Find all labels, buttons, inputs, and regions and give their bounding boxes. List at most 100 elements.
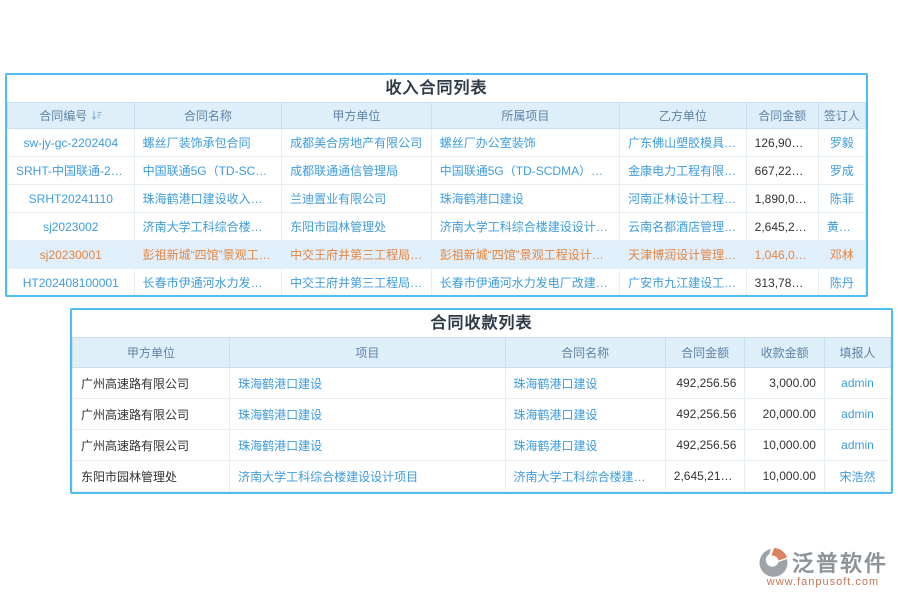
payment-cell-col1: 东阳市园林管理处 [73, 461, 230, 492]
income-table-row[interactable]: sj20230001彭祖新城“四馆”景观工程设计...中交王府井第三工程局有限.… [8, 241, 866, 269]
payment-column-header-5: 收款金额 [745, 338, 825, 368]
income-column-header-1[interactable]: 合同编号 [8, 103, 135, 129]
payment-cell-col1: 广州高速路有限公司 [73, 399, 230, 430]
payment-cell-col6[interactable]: admin [824, 430, 890, 461]
payment-cell-col2[interactable]: 济南大学工科综合楼建设设计项目 [230, 461, 505, 492]
payment-cell-col6[interactable]: admin [824, 368, 890, 399]
income-cell-col2[interactable]: 中国联通5G（TD-SCDMA）... [134, 157, 282, 185]
column-label: 合同金额 [758, 109, 806, 123]
payment-cell-col3[interactable]: 珠海鹤港口建设 [505, 399, 665, 430]
income-cell-col6: 667,220.94 [746, 157, 818, 185]
payment-column-header-3: 合同名称 [505, 338, 665, 368]
income-cell-col5[interactable]: 河南正林设计工程有限... [620, 185, 747, 213]
payment-column-header-4: 合同金额 [665, 338, 745, 368]
income-cell-col5[interactable]: 天津博润设计管理有限... [620, 241, 747, 269]
income-contract-list-panel: 收入合同列表 合同编号合同名称 甲方单位 所属项目 乙方单位 合同金额签订人 sw-jy… [5, 73, 868, 297]
income-cell-col6: 1,890,000... [746, 185, 818, 213]
payment-cell-col5: 10,000.00 [745, 430, 825, 461]
income-cell-col2[interactable]: 济南大学工科综合楼建设设... [134, 213, 282, 241]
column-label: 合同名称 [561, 346, 609, 360]
payment-cell-col6[interactable]: admin [824, 399, 890, 430]
income-cell-col2[interactable]: 长春市伊通河水力发电厂改... [134, 269, 282, 297]
sort-icon [91, 110, 102, 124]
income-column-header-7: 签订人 [818, 103, 865, 129]
income-cell-col3[interactable]: 成都美合房地产有限公司 [282, 129, 432, 157]
payment-column-header-1: 甲方单位 [73, 338, 230, 368]
payment-table-row[interactable]: 广州高速路有限公司珠海鹤港口建设珠海鹤港口建设492,256.5620,000.… [73, 399, 891, 430]
income-cell-col7[interactable]: 陈菲 [818, 185, 865, 213]
income-cell-col7[interactable]: 罗成 [818, 157, 865, 185]
column-label: 所属项目 [501, 109, 549, 123]
contract-payment-list-title: 合同收款列表 [72, 310, 891, 337]
payment-table-row[interactable]: 广州高速路有限公司珠海鹤港口建设珠海鹤港口建设492,256.5610,000.… [73, 430, 891, 461]
contract-payment-table-header-row: 甲方单位 项目 合同名称 合同金额 收款金额 填报人 [73, 338, 891, 368]
income-cell-col3[interactable]: 中交王府井第三工程局有限... [282, 269, 432, 297]
income-cell-col1[interactable]: SRHT-中国联通-2024... [8, 157, 135, 185]
payment-cell-col5: 20,000.00 [745, 399, 825, 430]
income-cell-col7[interactable]: 陈丹 [818, 269, 865, 297]
income-table-row[interactable]: sj2023002济南大学工科综合楼建设设...东阳市园林管理处济南大学工科综合… [8, 213, 866, 241]
payment-cell-col2[interactable]: 珠海鹤港口建设 [230, 430, 505, 461]
income-column-header-6: 合同金额 [746, 103, 818, 129]
payment-cell-col6[interactable]: 宋浩然 [824, 461, 890, 492]
contract-payment-table: 甲方单位项目合同名称合同金额收款金额填报人 广州高速路有限公司珠海鹤港口建设珠海… [72, 337, 891, 492]
income-cell-col1[interactable]: sw-jy-gc-2202404 [8, 129, 135, 157]
income-cell-col4[interactable]: 中国联通5G（TD-SCDMA）网络三... [431, 157, 619, 185]
income-cell-col1[interactable]: sj2023002 [8, 213, 135, 241]
payment-table-row[interactable]: 东阳市园林管理处济南大学工科综合楼建设设计项目济南大学工科综合楼建设设计项目收.… [73, 461, 891, 492]
income-contract-table-header-row: 合同编号合同名称 甲方单位 所属项目 乙方单位 合同金额签订人 [8, 103, 866, 129]
payment-column-header-2: 项目 [230, 338, 505, 368]
income-cell-col7[interactable]: 罗毅 [818, 129, 865, 157]
income-cell-col2[interactable]: 彭祖新城“四馆”景观工程设计... [134, 241, 282, 269]
income-table-row[interactable]: HT202408100001长春市伊通河水力发电厂改...中交王府井第三工程局有… [8, 269, 866, 297]
income-cell-col2[interactable]: 螺丝厂装饰承包合同 [134, 129, 282, 157]
payment-cell-col3[interactable]: 珠海鹤港口建设 [505, 430, 665, 461]
income-cell-col3[interactable]: 兰迪置业有限公司 [282, 185, 432, 213]
income-cell-col4[interactable]: 济南大学工科综合楼建设设计项目 [431, 213, 619, 241]
column-label: 填报人 [839, 346, 875, 360]
income-cell-col5[interactable]: 云南名都酒店管理有限... [620, 213, 747, 241]
payment-cell-col3[interactable]: 济南大学工科综合楼建设设计项目收... [505, 461, 665, 492]
payment-table-row[interactable]: 广州高速路有限公司珠海鹤港口建设珠海鹤港口建设492,256.563,000.0… [73, 368, 891, 399]
income-column-header-3: 甲方单位 [282, 103, 432, 129]
income-contract-list-title: 收入合同列表 [7, 75, 866, 102]
income-cell-col5[interactable]: 广东佛山塑胶模具有限... [620, 129, 747, 157]
income-cell-col4[interactable]: 彭祖新城“四馆”景观工程设计项目 [431, 241, 619, 269]
column-label: 乙方单位 [659, 109, 707, 123]
income-cell-col5[interactable]: 广安市九江建设工程公司 [620, 269, 747, 297]
income-cell-col3[interactable]: 东阳市园林管理处 [282, 213, 432, 241]
contract-payment-list-panel: 合同收款列表 甲方单位项目合同名称合同金额收款金额填报人 广州高速路有限公司珠海… [70, 308, 893, 494]
income-cell-col3[interactable]: 中交王府井第三工程局有限... [282, 241, 432, 269]
income-cell-col5[interactable]: 金康电力工程有限公司 [620, 157, 747, 185]
payment-cell-col4: 492,256.56 [665, 368, 745, 399]
income-column-header-2: 合同名称 [134, 103, 282, 129]
income-table-row[interactable]: SRHT20241110珠海鹤港口建设收入合同2兰迪置业有限公司珠海鹤港口建设河… [8, 185, 866, 213]
income-cell-col2[interactable]: 珠海鹤港口建设收入合同2 [134, 185, 282, 213]
income-cell-col6: 126,900.83 [746, 129, 818, 157]
income-cell-col1[interactable]: HT202408100001 [8, 269, 135, 297]
income-cell-col7[interactable]: 邓林 [818, 241, 865, 269]
income-cell-col3[interactable]: 成都联通通信管理局 [282, 157, 432, 185]
income-column-header-5: 乙方单位 [620, 103, 747, 129]
income-cell-col4[interactable]: 螺丝厂办公室装饰 [431, 129, 619, 157]
fanpu-logo: 泛普软件 www.fanpusoft.com [758, 546, 888, 588]
fanpu-logo-icon [758, 546, 790, 578]
column-label: 甲方单位 [127, 346, 175, 360]
income-cell-col4[interactable]: 珠海鹤港口建设 [431, 185, 619, 213]
payment-cell-col3[interactable]: 珠海鹤港口建设 [505, 368, 665, 399]
column-label: 项目 [355, 346, 379, 360]
payment-cell-col2[interactable]: 珠海鹤港口建设 [230, 399, 505, 430]
payment-cell-col1: 广州高速路有限公司 [73, 368, 230, 399]
payment-cell-col5: 3,000.00 [745, 368, 825, 399]
column-label: 收款金额 [761, 346, 809, 360]
income-cell-col7[interactable]: 黄思璐 [818, 213, 865, 241]
income-cell-col4[interactable]: 长春市伊通河水力发电厂改建工程 [431, 269, 619, 297]
income-cell-col1[interactable]: sj20230001 [8, 241, 135, 269]
income-table-row[interactable]: sw-jy-gc-2202404螺丝厂装饰承包合同成都美合房地产有限公司螺丝厂办… [8, 129, 866, 157]
income-table-row[interactable]: SRHT-中国联通-2024...中国联通5G（TD-SCDMA）...成都联通… [8, 157, 866, 185]
payment-cell-col4: 492,256.56 [665, 430, 745, 461]
income-cell-col6: 313,780.00 [746, 269, 818, 297]
income-cell-col1[interactable]: SRHT20241110 [8, 185, 135, 213]
column-label: 甲方单位 [332, 109, 380, 123]
payment-cell-col2[interactable]: 珠海鹤港口建设 [230, 368, 505, 399]
